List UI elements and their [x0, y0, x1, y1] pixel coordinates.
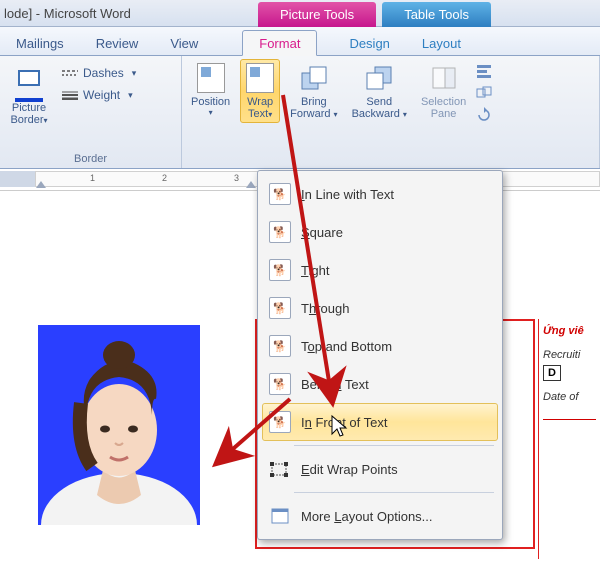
menu-topbottom-label: Top and Bottom [301, 339, 392, 354]
wrap-text-button[interactable]: WrapText▾ [240, 59, 280, 123]
tab-layout[interactable]: Layout [406, 31, 477, 55]
ruler-mark-1: 1 [90, 173, 95, 183]
tab-design[interactable]: Design [333, 31, 405, 55]
send-backward-button[interactable]: SendBackward ▾ [348, 59, 411, 123]
bring-forward-label: BringForward ▾ [290, 96, 337, 120]
selection-pane-icon [428, 62, 460, 94]
menu-through[interactable]: 🐕 Through [262, 289, 498, 327]
tab-view[interactable]: View [154, 31, 214, 55]
send-backward-label: SendBackward ▾ [352, 96, 407, 120]
menu-behind-text[interactable]: 🐕 Behind Text [262, 365, 498, 403]
table-tools-tab[interactable]: Table Tools [382, 2, 491, 27]
document-side-text: Ứng viê Recruiti D Date of [538, 319, 600, 559]
menu-more-layout-options[interactable]: More Layout Options... [262, 497, 498, 535]
tight-icon: 🐕 [269, 259, 291, 281]
selection-pane-button[interactable]: SelectionPane [417, 59, 470, 123]
menu-tight-label: Tight [301, 263, 329, 278]
send-backward-icon [363, 62, 395, 94]
menu-through-label: Through [301, 301, 349, 316]
bring-forward-icon [298, 62, 330, 94]
menu-edit-wrap-points[interactable]: Edit Wrap Points [262, 450, 498, 488]
menu-tight[interactable]: 🐕 Tight [262, 251, 498, 289]
dashes-button[interactable]: Dashes [59, 63, 139, 83]
menu-square[interactable]: 🐕 Square [262, 213, 498, 251]
through-icon: 🐕 [269, 297, 291, 319]
border-group-label: Border [5, 153, 176, 168]
ruler-mark-2: 2 [162, 173, 167, 183]
picture-border-icon [13, 62, 45, 94]
selection-pane-label: SelectionPane [421, 96, 466, 120]
window-title: lode] - Microsoft Word [4, 6, 131, 21]
side-dateof: Date of [543, 391, 596, 403]
editpoints-icon [269, 458, 291, 480]
menu-in-front-of-text[interactable]: 🐕 In Front of Text [262, 403, 498, 441]
wrap-text-menu: 🐕 In Line with Text 🐕 Square 🐕 Tight 🐕 T… [257, 170, 503, 540]
ribbon-tab-strip: Mailings Review View Format Design Layou… [0, 27, 600, 56]
weight-icon [62, 87, 78, 103]
menu-behind-label: Behind Text [301, 377, 369, 392]
bring-forward-button[interactable]: BringForward ▾ [286, 59, 341, 123]
ribbon: PictureBorder▾ Dashes Weight Border [0, 56, 600, 169]
menu-in-line-label: In Line with Text [301, 187, 394, 202]
menu-in-line-with-text[interactable]: 🐕 In Line with Text [262, 175, 498, 213]
behind-icon: 🐕 [269, 373, 291, 395]
menu-square-label: Square [301, 225, 343, 240]
side-heading: Ứng viê [543, 325, 596, 337]
menu-separator [294, 445, 494, 446]
group-icon[interactable] [476, 85, 492, 101]
menu-separator-2 [294, 492, 494, 493]
weight-button[interactable]: Weight [59, 85, 139, 105]
position-icon [195, 62, 227, 94]
menu-top-and-bottom[interactable]: 🐕 Top and Bottom [262, 327, 498, 365]
photo-content [38, 325, 200, 525]
tab-format[interactable]: Format [242, 30, 317, 56]
square-icon: 🐕 [269, 221, 291, 243]
menu-editpoints-label: Edit Wrap Points [301, 462, 398, 477]
menu-more-label: More Layout Options... [301, 509, 433, 524]
picture-border-button[interactable]: PictureBorder▾ [5, 59, 53, 129]
weight-label: Weight [83, 88, 120, 102]
infront-icon: 🐕 [269, 411, 291, 433]
side-recruit: Recruiti [543, 349, 596, 361]
tab-mailings[interactable]: Mailings [0, 31, 80, 55]
ruler-mark-3: 3 [234, 173, 239, 183]
more-layout-icon [269, 505, 291, 527]
mouse-cursor-icon [330, 414, 350, 440]
position-button[interactable]: Position ▾ [187, 59, 234, 120]
inline-icon: 🐕 [269, 183, 291, 205]
tab-review[interactable]: Review [80, 31, 155, 55]
dashes-icon [62, 65, 78, 81]
picture-border-label: PictureBorder▾ [10, 102, 47, 126]
position-label: Position [191, 96, 230, 108]
topbottom-icon: 🐕 [269, 335, 291, 357]
dashes-label: Dashes [83, 66, 124, 80]
wrap-text-icon [244, 62, 276, 94]
wrap-text-label: WrapText▾ [247, 96, 273, 120]
side-red-line [543, 419, 596, 420]
inserted-photo[interactable] [38, 325, 200, 525]
align-icon[interactable] [476, 63, 492, 79]
ruler-indent-left[interactable] [36, 181, 46, 188]
ruler-indent-right[interactable] [246, 181, 256, 188]
side-d-box: D [543, 365, 561, 381]
rotate-icon[interactable] [476, 107, 492, 123]
picture-tools-tab[interactable]: Picture Tools [258, 2, 376, 27]
